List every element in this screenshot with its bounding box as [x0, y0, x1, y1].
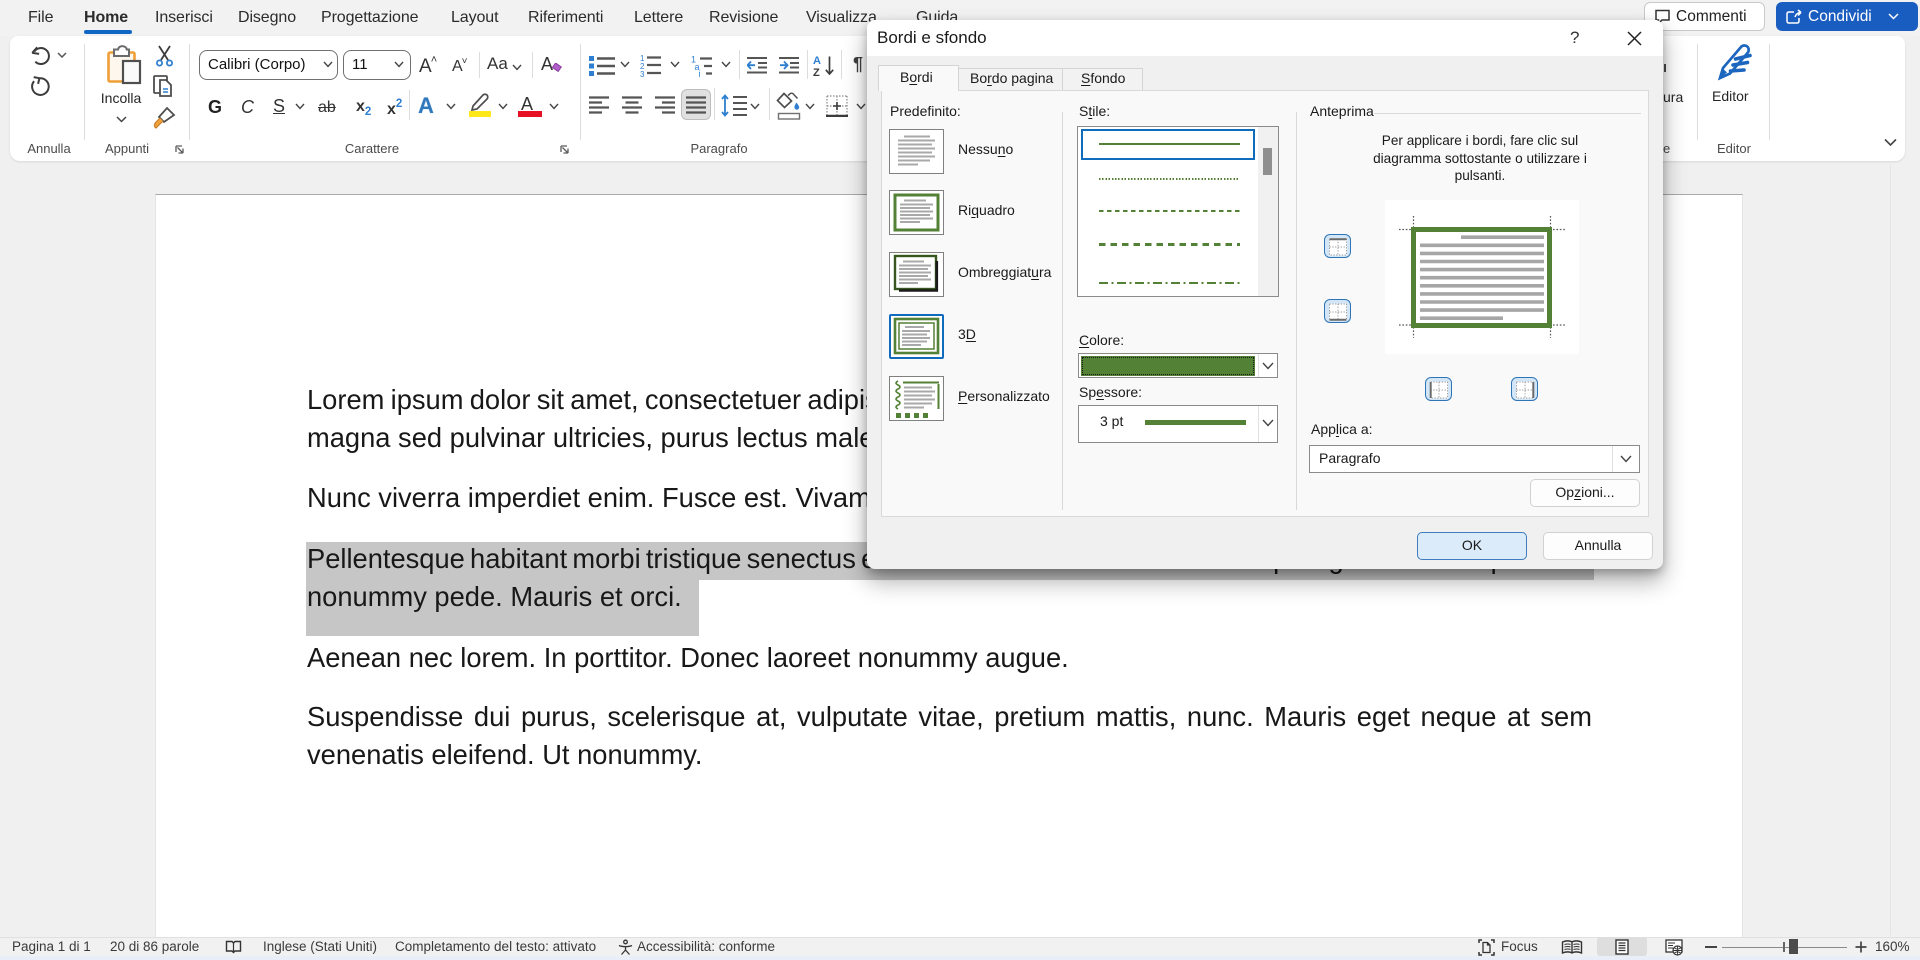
- svg-text:i: i: [699, 69, 701, 77]
- svg-text:A: A: [813, 55, 821, 67]
- svg-text:3: 3: [640, 70, 645, 77]
- svg-text:Z: Z: [813, 67, 820, 77]
